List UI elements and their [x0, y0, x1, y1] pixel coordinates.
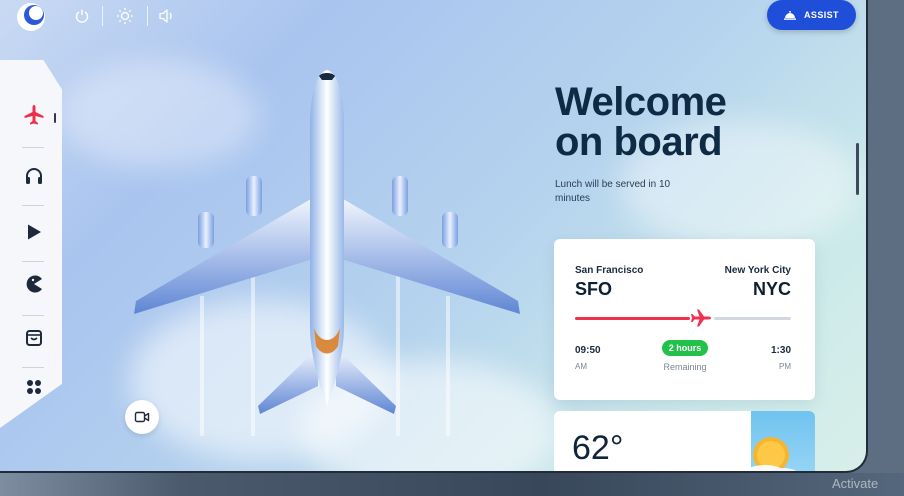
shopping-bag-icon	[26, 330, 42, 346]
topbar-divider	[102, 6, 103, 26]
sidebar-item-games[interactable]	[18, 268, 50, 300]
airplane-illustration	[134, 70, 520, 436]
sidebar-item-video[interactable]	[18, 216, 50, 248]
video-camera-icon	[134, 411, 150, 423]
remaining-label: Remaining	[663, 362, 707, 372]
meal-notice: Lunch will be served in 10 minutes	[555, 179, 671, 204]
active-indicator	[54, 113, 56, 123]
sidebar-divider	[22, 261, 44, 262]
arrival-time: 1:30	[770, 345, 791, 356]
sidebar-divider	[22, 147, 44, 148]
sidebar-item-flight[interactable]	[18, 99, 50, 131]
assist-button[interactable]: ASSIST	[767, 0, 856, 30]
route-remaining-line	[714, 317, 791, 320]
topbar-divider	[147, 6, 148, 26]
weather-illustration	[751, 411, 815, 471]
pacman-game-icon	[26, 275, 42, 293]
play-icon	[28, 224, 41, 240]
headphones-icon	[26, 168, 42, 184]
volume-icon[interactable]	[157, 6, 177, 26]
sidebar-item-shop[interactable]	[18, 322, 50, 354]
sidebar-divider	[22, 367, 44, 368]
plane-progress-icon	[691, 309, 711, 327]
route-progress-line	[575, 317, 690, 320]
sidebar-item-apps[interactable]	[18, 371, 50, 403]
destination-city: New York City	[724, 265, 791, 276]
sidebar-divider	[22, 315, 44, 316]
assist-label: ASSIST	[804, 10, 839, 20]
activation-watermark: Activate	[832, 476, 879, 491]
duration-badge: 2 hours	[662, 340, 708, 356]
departure-ampm: AM	[575, 362, 587, 371]
apps-grid-icon	[27, 380, 41, 394]
origin-city: San Francisco	[575, 265, 644, 276]
sidebar-item-music[interactable]	[18, 160, 50, 192]
power-icon[interactable]	[72, 6, 92, 26]
flight-info-card: San Francisco New York City SFO NYC 09:5…	[554, 239, 815, 400]
sidebar-divider	[22, 205, 44, 206]
scroll-indicator[interactable]	[856, 143, 859, 195]
airline-logo-icon	[17, 3, 45, 31]
destination-code: NYC	[752, 279, 791, 299]
temperature: 62°	[572, 429, 624, 467]
weather-card: 62°	[554, 411, 815, 471]
airplane-icon	[24, 105, 44, 125]
sun-cloud-icon	[751, 437, 797, 471]
arrival-ampm: PM	[779, 362, 791, 371]
inflight-screen: ASSIST Welcome on board Lunch will be se…	[0, 0, 868, 473]
screen-bezel-shadow	[0, 473, 904, 496]
origin-code: SFO	[575, 279, 613, 299]
welcome-heading: Welcome on board	[555, 80, 727, 164]
welcome-heading-line1: Welcome	[555, 80, 727, 124]
welcome-heading-line2: on board	[555, 120, 723, 164]
service-bell-icon	[784, 11, 797, 20]
brightness-icon[interactable]	[115, 6, 135, 26]
camera-button[interactable]	[125, 400, 159, 434]
departure-time: 09:50	[575, 345, 601, 356]
